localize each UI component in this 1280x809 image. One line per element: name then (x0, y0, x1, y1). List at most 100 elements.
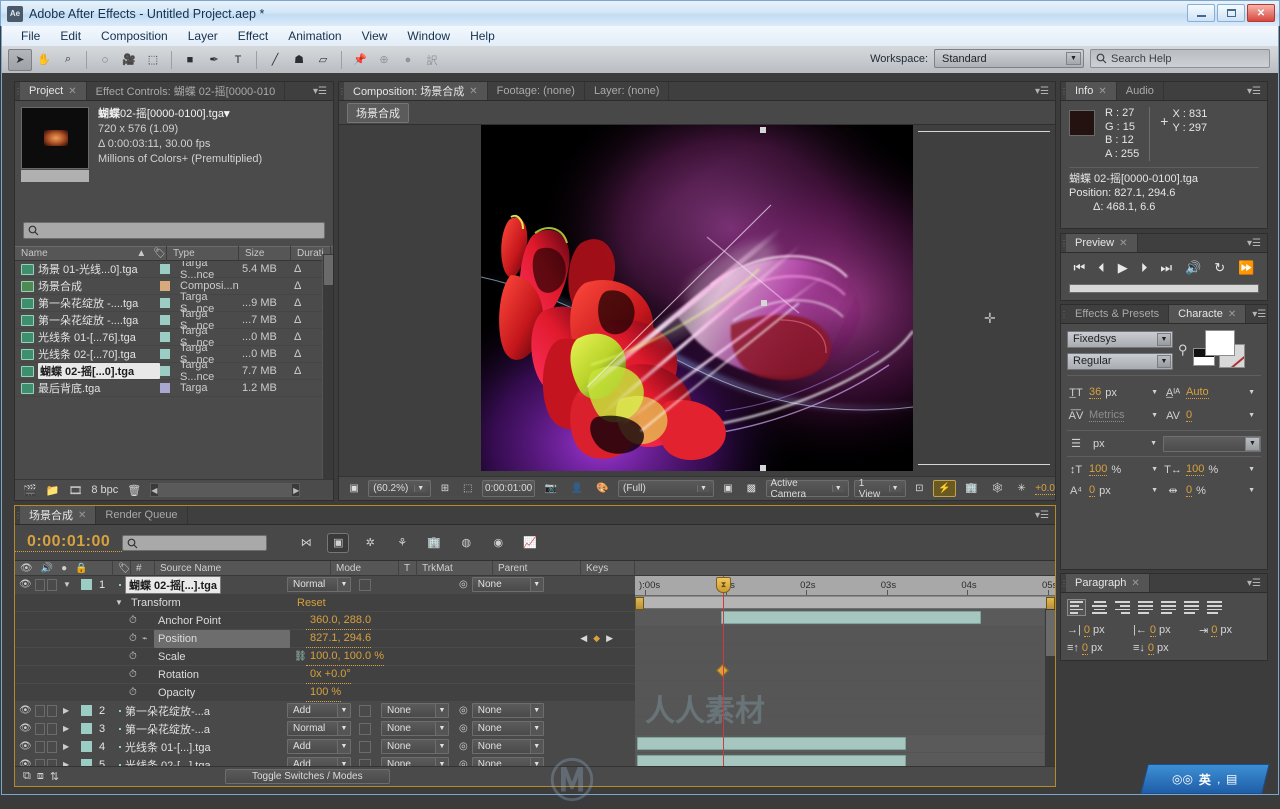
timeline-icon[interactable]: 🏢 (961, 480, 982, 497)
resolution-select[interactable]: (Full) ▼ (618, 480, 714, 497)
video-toggle-icon[interactable]: 👁 (15, 720, 32, 738)
pickwhip-icon[interactable]: ◎ (459, 723, 468, 734)
font-style-select[interactable]: Regular ▼ (1067, 352, 1173, 370)
ram-preview-button[interactable]: ⏩ (1238, 260, 1254, 276)
auto-keyframe-icon[interactable]: ◉ (487, 533, 509, 553)
stopwatch-icon[interactable]: ⏱ (125, 684, 138, 702)
panel-menu-icon[interactable]: ▾☰ (1246, 305, 1272, 323)
audio-button[interactable]: 🔊 (1185, 260, 1201, 276)
pixel-aspect-icon[interactable]: ⊡ (911, 480, 928, 497)
tab-preview[interactable]: Preview ✕ (1066, 234, 1138, 252)
keyframe-toggle-icon[interactable]: ◆ (593, 633, 600, 644)
menu-item-view[interactable]: View (353, 27, 397, 45)
panel-menu-icon[interactable]: ▾☰ (1241, 82, 1267, 100)
timeline-bar-row[interactable] (635, 609, 1055, 627)
timeline-graph-area[interactable]: ):00s01s02s03s04s05s ⧗ 人人素材 (635, 576, 1055, 766)
align-center-button[interactable] (1090, 599, 1109, 616)
indent-right-value[interactable]: 0 (1149, 624, 1156, 637)
project-search-input[interactable] (23, 222, 325, 239)
exposure-icon[interactable]: ✳ (1013, 480, 1030, 497)
video-toggle-icon[interactable]: 👁 (15, 576, 32, 594)
breadcrumb[interactable]: 场景合成 (347, 102, 409, 123)
new-folder-icon[interactable]: 📁 (46, 484, 60, 497)
label-color-swatch[interactable] (160, 349, 170, 359)
show-snapshot-icon[interactable]: 👤 (566, 480, 587, 497)
workspace-select[interactable]: Standard ▼ (934, 49, 1084, 68)
track-matte-select[interactable]: None ▼ (381, 739, 449, 754)
selection-handle-center[interactable] (761, 299, 767, 306)
previous-frame-button[interactable]: ⏴ (1098, 260, 1105, 276)
justify-last-right-button[interactable] (1182, 599, 1201, 616)
selection-handle-top[interactable] (760, 126, 766, 133)
label-color-swatch[interactable] (81, 759, 92, 766)
tsume-value[interactable]: 0 (1186, 484, 1193, 497)
search-help-input[interactable]: Search Help (1090, 49, 1270, 68)
solo-toggle[interactable] (47, 758, 57, 766)
tab-effects-presets[interactable]: Effects & Presets (1066, 305, 1170, 323)
timeline-layer-row[interactable]: 👁 ▶ 3 第一朵花绽放-...a Normal ▼ None ▼ ◎ None ▼ (15, 720, 635, 738)
timeline-property-row[interactable]: ⏱ Opacity 100 % (15, 684, 635, 702)
tab-project[interactable]: Project ✕ (20, 82, 87, 100)
video-toggle-icon[interactable]: 👁 (15, 738, 32, 756)
preserve-transparency-toggle[interactable] (359, 758, 371, 766)
close-icon[interactable]: ✕ (78, 510, 86, 521)
track-matte-select[interactable]: None ▼ (381, 721, 449, 736)
parent-select[interactable]: None ▼ (471, 757, 544, 766)
audio-toggle[interactable] (35, 740, 45, 753)
loop-button[interactable]: ↻ (1214, 260, 1225, 276)
timeline-current-time[interactable]: 0:00:01:00 (15, 533, 123, 552)
menu-item-window[interactable]: Window (398, 27, 459, 45)
new-composition-icon[interactable]: 🎬 (23, 484, 37, 497)
expand-triangle-icon[interactable]: ▶ (59, 702, 77, 720)
ime-punctuation-icon[interactable]: , (1217, 772, 1220, 786)
project-list-item[interactable]: 第一朵花绽放 -....tga Targa S...nce ...9 MB Δ (15, 291, 333, 315)
kerning-value[interactable]: Metrics (1089, 409, 1125, 422)
layer-duration-bar[interactable] (637, 755, 906, 766)
label-color-swatch[interactable] (81, 723, 92, 734)
parent-select[interactable]: None ▼ (471, 703, 544, 718)
comp-parent-icon[interactable]: ⧈ (37, 770, 44, 783)
transparency-grid-icon[interactable]: ▩ (742, 480, 760, 497)
close-icon[interactable]: ✕ (1098, 86, 1106, 97)
brainstorm-icon[interactable]: ◍ (455, 533, 477, 553)
property-value[interactable]: 827.1, 294.6 (306, 630, 372, 648)
views-select[interactable]: 1 View ▼ (853, 478, 906, 500)
preview-slider[interactable] (1069, 284, 1259, 293)
zoom-tool[interactable]: ⌕ (56, 49, 80, 71)
bit-depth-label[interactable]: 8 bpc (91, 484, 118, 496)
camera-tool[interactable]: 🎥 (117, 49, 141, 71)
audio-toggle[interactable] (35, 722, 45, 735)
timeline-layer-row[interactable]: 👁 ▶ 4 光线条 01-[...].tga Add ▼ None ▼ ◎ None ▼ (15, 738, 635, 756)
composition-mini-flowchart-icon[interactable]: ⋈ (295, 533, 317, 553)
snapshot-icon[interactable]: 📷 (540, 480, 561, 497)
pickwhip-icon[interactable]: ◎ (459, 759, 468, 766)
property-value[interactable]: 100.0, 100.0 % (306, 648, 385, 666)
menu-item-animation[interactable]: Animation (279, 27, 350, 45)
layer-duration-bar[interactable] (637, 737, 906, 750)
eraser-tool[interactable]: ▱ (311, 49, 335, 71)
preserve-transparency-toggle[interactable] (359, 578, 371, 591)
project-list-item[interactable]: 第一朵花绽放 -....tga Targa S...nce ...7 MB Δ (15, 308, 333, 332)
property-value[interactable]: 0x +0.0° (306, 666, 351, 684)
label-color-swatch[interactable] (160, 383, 170, 393)
blend-mode-select[interactable]: Add ▼ (287, 703, 351, 718)
baseline-shift-value[interactable]: 0 (1089, 484, 1096, 497)
menu-item-layer[interactable]: Layer (179, 27, 227, 45)
zoom-select[interactable]: (60.2%) ▼ (368, 480, 432, 497)
panel-menu-icon[interactable]: ▾☰ (1241, 574, 1267, 592)
layer-bars-area[interactable] (635, 609, 1055, 766)
tab-characte[interactable]: Characte ✕ (1169, 305, 1247, 323)
fast-previews-icon[interactable]: ⚡ (932, 480, 956, 497)
space-after-value[interactable]: 0 (1147, 642, 1155, 655)
stopwatch-icon[interactable]: ⏱ (125, 666, 138, 684)
channels-icon[interactable]: 🎨 (592, 480, 613, 497)
align-right-button[interactable] (1113, 599, 1132, 616)
vertical-scale-value[interactable]: 100 (1089, 463, 1108, 476)
graph-icon[interactable]: ⌁ (138, 630, 154, 648)
label-color-swatch[interactable] (160, 315, 170, 325)
composition-viewer[interactable]: ✛ (339, 124, 1055, 471)
track-matte-select[interactable]: None ▼ (381, 757, 449, 766)
stopwatch-icon[interactable]: ⏱ (125, 648, 138, 666)
timeline-bar-row[interactable] (635, 753, 1055, 766)
timeline-property-track[interactable] (635, 699, 1055, 717)
